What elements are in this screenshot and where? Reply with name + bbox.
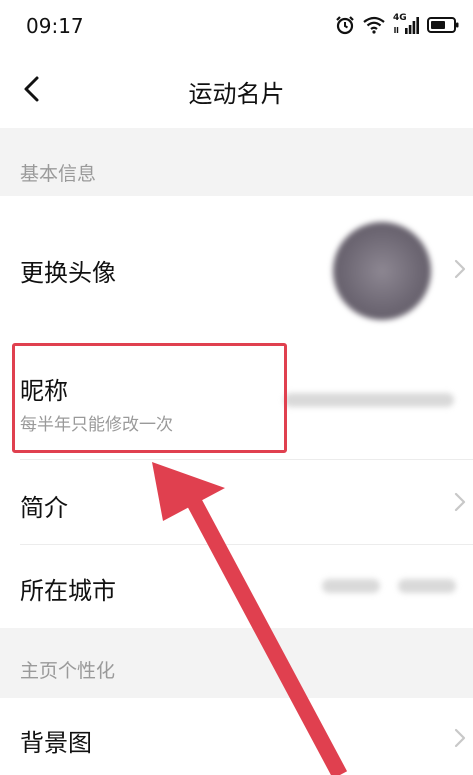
city-row-label: 所在城市	[20, 577, 116, 605]
status-time: 09:17	[26, 14, 84, 38]
avatar-row[interactable]: 更换头像	[0, 196, 473, 341]
nav-bar: 运动名片	[0, 52, 473, 128]
intro-row-label: 简介	[20, 494, 68, 522]
section-title: 基本信息	[20, 163, 97, 185]
highlight-box	[12, 343, 287, 453]
intro-row[interactable]: 简介	[0, 460, 473, 544]
avatar[interactable]	[333, 222, 431, 320]
status-icons: 4G	[335, 13, 459, 36]
chevron-right-icon	[454, 259, 466, 279]
chevron-right-icon	[454, 728, 466, 748]
background-row[interactable]: 背景图	[0, 698, 473, 775]
city-province-value	[322, 579, 380, 593]
status-bar: 09:17 4G	[0, 0, 473, 52]
section-header-homepage: 主页个性化	[0, 628, 473, 698]
page-title: 运动名片	[188, 80, 285, 108]
section-header-basic-info: 基本信息	[0, 128, 473, 196]
wifi-icon	[363, 16, 385, 34]
cellular-signal-icon: 4G	[393, 13, 419, 35]
city-row[interactable]: 所在城市	[0, 545, 473, 628]
avatar-row-label: 更换头像	[20, 259, 116, 287]
chevron-right-icon	[454, 492, 466, 512]
alarm-icon	[336, 16, 354, 35]
battery-icon	[427, 17, 459, 33]
section-title: 主页个性化	[20, 660, 116, 682]
city-name-value	[398, 579, 456, 593]
nickname-value	[284, 393, 454, 407]
background-row-label: 背景图	[20, 729, 92, 757]
